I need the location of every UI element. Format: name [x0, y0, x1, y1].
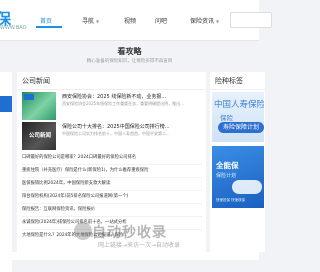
- sidebar-ad-banner[interactable]: 中国人寿保险 保险 寿险保障计划: [212, 92, 264, 142]
- ad-caption: 快速投保 快速核保: [216, 198, 246, 202]
- section-divider: [210, 89, 265, 90]
- cloud-decoration: [232, 180, 262, 194]
- nav-active-underline: [36, 26, 62, 28]
- search-input[interactable]: [230, 12, 272, 28]
- watermark-subtext: 网上链接→来访一次→自动收录: [98, 242, 181, 249]
- ad-subline: 保险计划: [216, 173, 237, 179]
- section-divider: [17, 89, 206, 90]
- ad-headline: 中国人寿保险: [214, 100, 264, 110]
- watermark-text: 自动秒收录: [92, 225, 167, 241]
- list-divider: [22, 190, 202, 191]
- news-thumbnail[interactable]: 公司新闻: [22, 122, 56, 150]
- list-divider: [22, 216, 202, 217]
- featured-news-title[interactable]: 西安保险协会：2025 线保险新不动，业务报...: [62, 93, 204, 100]
- news-list-item[interactable]: 重疾住院（补充医疗）保险是什么(新保险1)，为什么推荐重疾保险: [22, 167, 204, 177]
- nav-qa[interactable]: 问吧: [155, 16, 167, 25]
- sidebar-ad-banner[interactable]: 全能保 保险计划 快速投保 快速核保: [212, 146, 264, 208]
- watermark-logo-icon: [74, 222, 92, 240]
- site-logo-subtitle: WWW.BAO: [0, 25, 27, 31]
- news-section-title: 公司新闻: [22, 77, 50, 85]
- ad-pill-button[interactable]: 寿险保障计划: [218, 122, 264, 133]
- news-list-item[interactable]: 阳台保险机构(2024年)前5排名保险公司报道网(第一个): [22, 193, 204, 203]
- sidebar-title: 险种标签: [215, 77, 243, 85]
- news-thumbnail[interactable]: [22, 92, 56, 120]
- featured-news-desc: 西安保险协会2025年线保险工作重要任务，重要明确提出明，推出...: [62, 101, 184, 106]
- list-divider: [22, 164, 202, 165]
- nav-home[interactable]: 首页: [40, 16, 52, 25]
- nav-video[interactable]: 视频: [124, 16, 136, 25]
- thumbnail-badge: [24, 94, 34, 100]
- featured-news-title[interactable]: 保险公司十大排名：2025中国保险公司排行榜...: [62, 123, 204, 130]
- left-side-highlight[interactable]: [0, 96, 12, 112]
- featured-news-desc: 中国保险公司实力排名前十，中国人寿首首，中国平安第二...: [62, 131, 170, 136]
- thumbnail-label: 公司新闻: [29, 133, 52, 139]
- news-list-item[interactable]: 保险报告：互联网保险资讯，保险报价: [22, 206, 204, 216]
- list-divider: [22, 203, 202, 204]
- chevron-down-icon: ▼: [96, 19, 100, 24]
- news-list-item[interactable]: 口碑最好的保险公司是哪家？2024口碑最好的保险公司排名: [22, 154, 204, 164]
- ad-headline: 全能保: [216, 161, 239, 170]
- top-navigation-bar: 保 WWW.BAO 首页 寻航 ▼ 视频 问吧 保险资讯 ▼: [0, 0, 272, 41]
- page-title: 看攻略: [117, 47, 142, 56]
- footer-bar: [0, 252, 259, 260]
- list-divider: [22, 177, 202, 178]
- page-subtitle: 精心准备的保险知识，让保险买得不再盲目: [86, 59, 173, 64]
- chevron-down-icon: ▼: [216, 19, 220, 24]
- nav-insurance-info[interactable]: 保险资讯 ▼: [190, 16, 219, 25]
- news-list-item[interactable]: 医保报销比例2024年，中国保险新支款大解读: [22, 180, 204, 190]
- nav-guide[interactable]: 寻航 ▼: [82, 16, 99, 25]
- ad-subline: 保险: [220, 114, 233, 122]
